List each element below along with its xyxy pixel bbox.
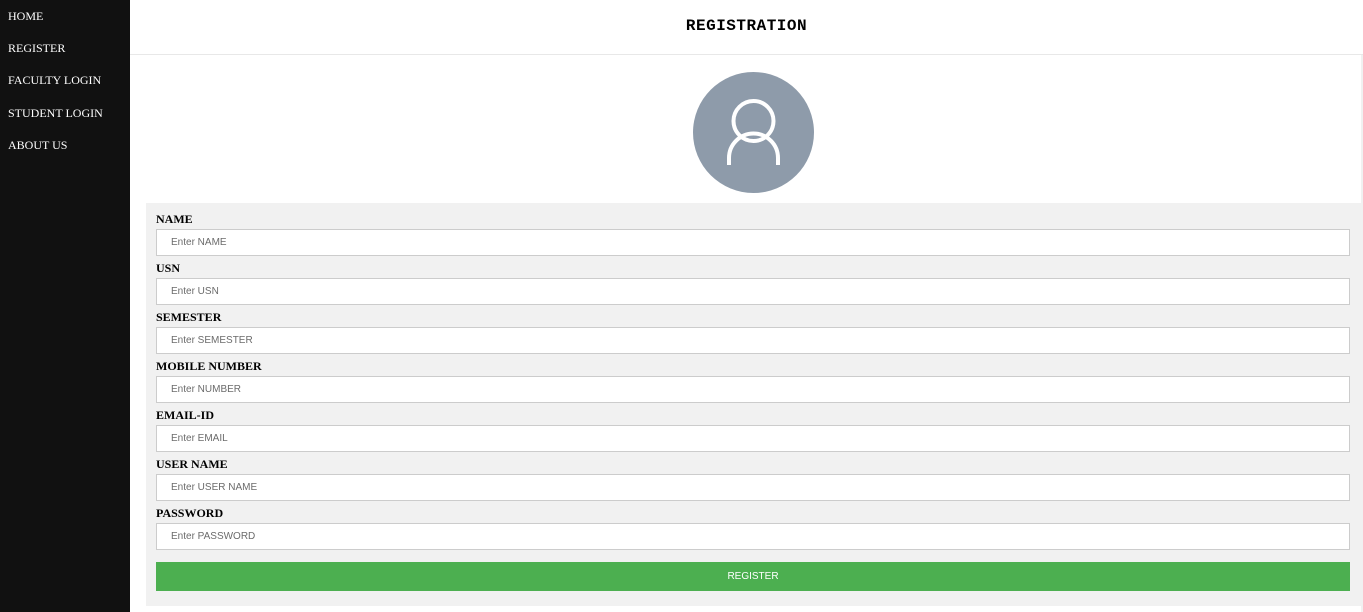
usn-label: USN — [156, 261, 181, 275]
page-title: REGISTRATION — [685, 17, 808, 35]
sidebar-item-faculty-login[interactable]: FACULTY LOGIN — [8, 73, 101, 88]
username-label: USER NAME — [156, 457, 228, 471]
register-button[interactable]: REGISTER — [156, 562, 1350, 591]
sidebar: HOME REGISTER FACULTY LOGIN STUDENT LOGI… — [0, 0, 130, 612]
user-icon — [727, 99, 780, 165]
registration-form: NAME USN SEMESTER MOBILE NUMBER EMAIL-ID… — [146, 203, 1361, 606]
semester-label: SEMESTER — [156, 310, 222, 324]
mobile-number-label: MOBILE NUMBER — [156, 359, 262, 373]
sidebar-item-student-login[interactable]: STUDENT LOGIN — [8, 106, 103, 121]
password-label: PASSWORD — [156, 506, 224, 520]
semester-field[interactable] — [156, 327, 1350, 354]
mobile-number-field[interactable] — [156, 376, 1350, 403]
name-label: NAME — [156, 212, 193, 226]
page-header: REGISTRATION — [130, 0, 1363, 55]
email-label: EMAIL-ID — [156, 408, 215, 422]
username-field[interactable] — [156, 474, 1350, 501]
sidebar-item-home[interactable]: HOME — [8, 9, 43, 24]
sidebar-item-about-us[interactable]: ABOUT US — [8, 138, 67, 153]
sidebar-item-register[interactable]: REGISTER — [8, 41, 65, 56]
email-field[interactable] — [156, 425, 1350, 452]
usn-field[interactable] — [156, 278, 1350, 305]
avatar — [693, 72, 814, 193]
password-field[interactable] — [156, 523, 1350, 550]
main-content: NAME USN SEMESTER MOBILE NUMBER EMAIL-ID… — [130, 55, 1363, 612]
name-field[interactable] — [156, 229, 1350, 256]
